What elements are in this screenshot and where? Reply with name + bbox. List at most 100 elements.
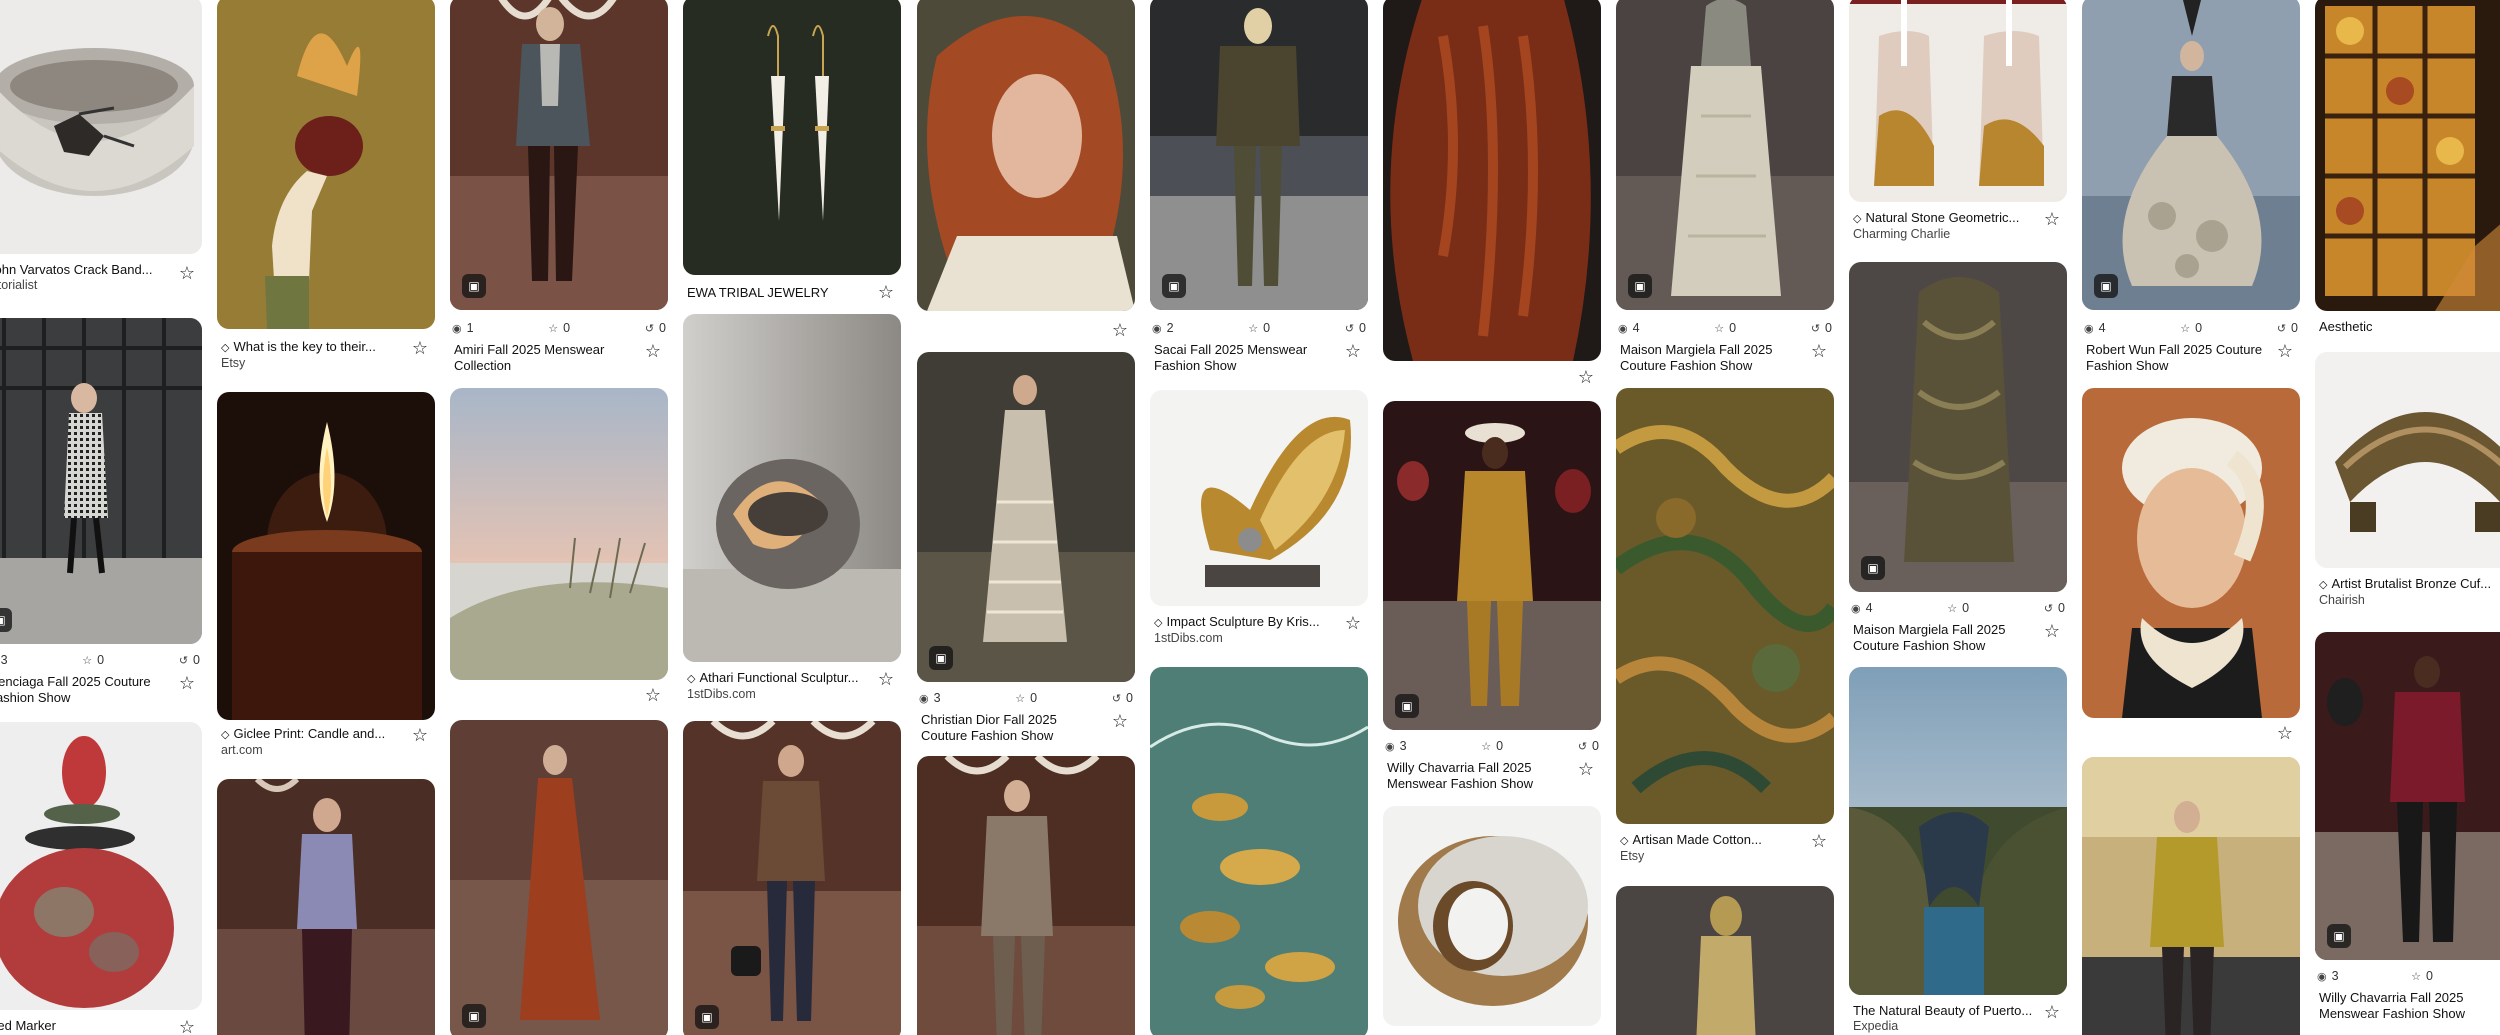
pin-image-runway-man[interactable] [217,779,435,1035]
pin-title[interactable]: Aesthetic [2319,319,2499,335]
pin-image-woman-houndstooth[interactable]: ▣ [0,318,202,644]
pin-title[interactable]: ◇ Athari Functional Sculptur... [687,670,867,687]
pin-title[interactable]: ◇ Natural Stone Geometric... [1853,210,2033,227]
pin-source[interactable]: Etsy [221,356,401,371]
pin-image-willy-gold-suit[interactable]: ▣ [1383,401,1601,730]
pin-image-margiela-gown[interactable]: ▣ [1616,0,1834,310]
pin-icon: ☆ [1248,321,1259,335]
eye-icon: ◉ [2317,969,2327,983]
pin-source[interactable]: Expedia [1853,1019,2033,1034]
pin-title[interactable]: ◇ Impact Sculpture By Kris... [1154,614,1334,631]
pin-title[interactable]: Willy Chavarria Fall 2025 Menswear Fashi… [1387,760,1567,792]
repin-count: ↺ 0 [1111,691,1133,705]
pin-title[interactable]: Christian Dior Fall 2025 Couture Fashion… [921,712,1101,744]
pin-title[interactable]: ◇ What is the key to their... [221,339,401,356]
star-icon[interactable]: ☆ [409,724,431,746]
pin-image-gold-sculpture[interactable] [1150,390,1368,606]
pin-source[interactable]: art.com [221,743,401,758]
pin-image-stained-glass[interactable] [2315,0,2500,311]
eye-icon: ◉ [1618,321,1628,335]
pin-source[interactable]: Chairish [2319,593,2499,608]
star-icon[interactable]: ☆ [1575,758,1597,780]
pin-image-puerto-rico-arch[interactable] [1849,667,2067,995]
pin-image-redhead-portrait[interactable] [917,0,1135,311]
tag-icon: ◇ [221,728,230,741]
pin-image-stacked-stones[interactable] [0,722,202,1010]
pin-image-silver-ring[interactable] [1383,806,1601,1026]
star-icon[interactable]: ☆ [1808,340,1830,362]
pin-image-candle[interactable] [217,392,435,720]
pin-title[interactable]: Maison Margiela Fall 2025 Couture Fashio… [1620,342,1800,374]
pin-title[interactable]: ◇ Artisan Made Cotton... [1620,832,1800,849]
pin-title[interactable]: Sacai Fall 2025 Menswear Fashion Show [1154,342,1334,374]
pin-title[interactable]: Robert Wun Fall 2025 Couture Fashion Sho… [2086,342,2266,374]
pin-image-red-gown[interactable]: ▣ [450,720,668,1035]
star-icon[interactable]: ☆ [2041,208,2063,230]
pin-image-sacai-fur[interactable]: ▣ [1150,0,1368,310]
pin-source[interactable]: Etsy [1620,849,1800,864]
pin-image-tusk-earrings[interactable] [683,0,901,275]
pin-image-margiela-draped[interactable]: ▣ [1849,262,2067,592]
star-icon[interactable]: ☆ [1342,612,1364,634]
star-icon[interactable]: ☆ [1109,710,1131,732]
pin-image-runway-brown-jacket[interactable]: ▣ [683,721,901,1035]
save-count: ☆ 0 [1248,321,1271,335]
pin-image-stone-earrings[interactable] [1849,0,2067,202]
pin-title[interactable]: Willy Chavarria Fall 2025 Menswear Fashi… [2319,990,2499,1022]
pin-meta: Sacai Fall 2025 Menswear Fashion Show [1154,342,1334,374]
pin-image-amiri-coat[interactable]: ▣ [450,0,668,310]
view-count: ◉3 [2317,969,2339,983]
pin-title[interactable]: Maison Margiela Fall 2025 Couture Fashio… [1853,622,2033,654]
star-icon[interactable]: ☆ [875,668,897,690]
tag-icon: ◇ [687,672,696,685]
save-count: ☆ 0 [82,653,105,667]
pin-image-snake-portrait[interactable] [2082,388,2300,718]
star-icon[interactable]: ☆ [2274,340,2296,362]
star-icon[interactable]: ☆ [1109,319,1131,341]
pin-image-amiri-plaid-suit[interactable] [917,756,1135,1035]
pin-image-beach-dunes[interactable] [450,388,668,680]
pin-source[interactable]: ditorialist [0,278,168,293]
pin-source[interactable]: Charming Charlie [1853,227,2033,242]
star-icon[interactable]: ☆ [176,672,198,694]
pin-image-marbled-textile[interactable] [1616,388,1834,824]
pin-source[interactable]: 1stDibs.com [687,687,867,702]
star-icon[interactable]: ☆ [2041,620,2063,642]
star-icon[interactable]: ☆ [2041,1001,2063,1023]
pin-image-burning-heart[interactable] [217,0,435,329]
pin-image-runway-yellow-sweater[interactable] [2082,757,2300,1035]
star-icon[interactable]: ☆ [642,340,664,362]
pin-image-gold-coins-water[interactable] [1150,667,1368,1035]
pin-source[interactable]: 1stDibs.com [1154,631,1334,646]
pin-image-ring[interactable] [0,0,202,254]
pin-title[interactable]: alenciaga Fall 2025 Couture Fashion Show [0,674,168,706]
star-icon[interactable]: ☆ [875,281,897,303]
pin-title[interactable]: Red Marker [0,1018,168,1034]
repin-icon: ↺ [1344,321,1355,335]
pin-title[interactable]: The Natural Beauty of Puerto... [1853,1003,2033,1019]
pin-title[interactable]: John Varvatos Crack Band... [0,262,168,278]
pin-icon: ☆ [82,653,93,667]
star-icon[interactable]: ☆ [2274,722,2296,744]
pin-title[interactable]: Amiri Fall 2025 Menswear Collection [454,342,634,374]
pin-title[interactable]: EWA TRIBAL JEWELRY [687,285,867,301]
pin-image-auburn-hair[interactable] [1383,0,1601,361]
pin-meta: ◇ What is the key to their... Etsy [221,339,401,371]
pin-image-dior-gown[interactable]: ▣ [917,352,1135,682]
star-icon[interactable]: ☆ [642,684,664,706]
pin-image-gold-figure[interactable] [1616,886,1834,1035]
star-icon[interactable]: ☆ [1808,830,1830,852]
star-icon[interactable]: ☆ [1342,340,1364,362]
star-icon[interactable]: ☆ [176,262,198,284]
pin-image-willy-red-cardigan[interactable]: ▣ [2315,632,2500,960]
pin-image-bronze-cuff[interactable] [2315,352,2500,568]
star-icon[interactable]: ☆ [1575,366,1597,388]
pin-image-robert-wun-gown[interactable]: ▣ [2082,0,2300,310]
star-icon[interactable]: ☆ [176,1016,198,1035]
repin-count: ↺ 0 [1810,321,1832,335]
pin-title[interactable]: ◇ Artist Brutalist Bronze Cuf... [2319,576,2499,593]
pin-image-ceramic-vessel[interactable] [683,314,901,662]
star-icon[interactable]: ☆ [409,337,431,359]
pin-title[interactable]: ◇ Giclee Print: Candle and... [221,726,401,743]
gallery-icon: ▣ [462,1004,486,1028]
